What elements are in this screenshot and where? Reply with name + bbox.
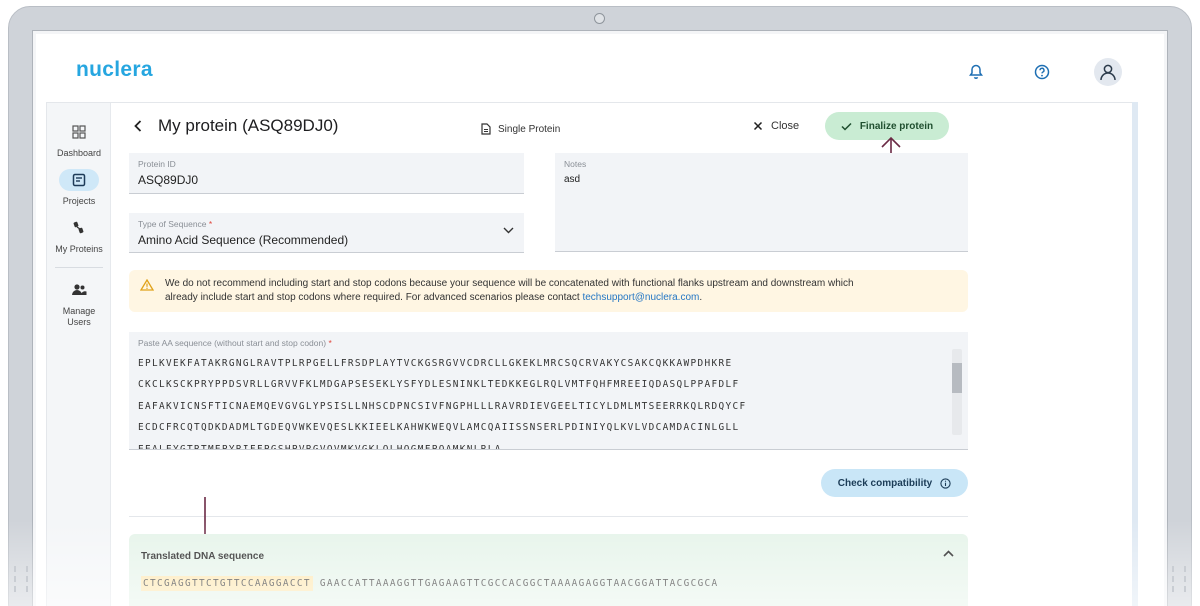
sequence-type-label: Type of Sequence * (138, 219, 213, 229)
document-icon (481, 123, 491, 135)
checkmark-icon (841, 122, 852, 131)
mode-text: Single Protein (498, 123, 561, 135)
notes-value: asd (564, 174, 581, 185)
protein-id-field[interactable]: Protein ID ASQ89DJ0 (129, 153, 524, 194)
sidebar-item-dashboard[interactable]: Dashboard (47, 121, 111, 159)
sidebar: Dashboard Projects My Proteins Manage Us (47, 103, 111, 606)
translated-dna-panel: Translated DNA sequence CTCGAGGTTCTGTTCC… (129, 534, 968, 606)
user-avatar-icon[interactable] (1094, 58, 1122, 86)
app-screen: nuclera Dashboard Projects My Proteins M… (36, 34, 1164, 606)
proteins-icon (59, 217, 99, 239)
chevron-down-icon (503, 227, 514, 234)
notes-field[interactable]: Notes asd (555, 153, 968, 252)
aa-sequence-text: EPLKVEKFATAKRGNGLRAVTPLRPGELLFRSDPLAYTVC… (138, 353, 950, 450)
protein-id-value: ASQ89DJ0 (138, 173, 199, 187)
finalize-label: Finalize protein (859, 120, 934, 132)
scrollbar-thumb[interactable] (952, 363, 962, 393)
check-compatibility-button[interactable]: Check compatibility (821, 469, 968, 497)
aa-sequence-textarea[interactable]: Paste AA sequence (without start and sto… (129, 332, 968, 450)
sidebar-item-label: Projects (62, 196, 96, 206)
sidebar-divider (55, 267, 103, 268)
section-divider (129, 516, 968, 517)
grid-icon (59, 121, 99, 143)
info-icon (940, 477, 951, 489)
sidebar-item-label: Manage Users (62, 306, 96, 327)
camera-icon (594, 13, 605, 24)
aa-sequence-scrollbar[interactable] (952, 349, 962, 435)
single-protein-label: Single Protein (481, 123, 560, 135)
page-scrollbar[interactable] (1132, 102, 1138, 606)
close-icon (753, 121, 763, 131)
check-compatibility-label: Check compatibility (837, 477, 933, 489)
protein-id-label: Protein ID (138, 159, 176, 169)
help-icon[interactable] (1032, 62, 1052, 82)
aa-sequence-line: EPLKVEKFATAKRGNGLRAVTPLRPGELLFRSDPLAYTVC… (138, 358, 733, 369)
aa-sequence-line: ECDCFRCQTQDKDADMLTGDEQVWKEVQESLKKIEELKAH… (138, 422, 740, 434)
sidebar-item-my-proteins[interactable]: My Proteins (47, 217, 111, 255)
sidebar-item-label: Dashboard (56, 148, 102, 158)
dna-sequence-text: CTCGAGGTTCTGTTCCAAGGACCT GAACCATTAAAGGTT… (141, 576, 719, 591)
dna-highlighted-segment: CTCGAGGTTCTGTTCCAAGGACCT (141, 576, 313, 591)
sidebar-item-projects[interactable]: Projects (47, 169, 111, 207)
main-content: Dashboard Projects My Proteins Manage Us (46, 102, 1138, 606)
close-label: Close (771, 120, 800, 132)
app-logo[interactable]: nuclera (76, 58, 153, 82)
dna-panel-title: Translated DNA sequence (141, 551, 265, 562)
dna-sequence-rest: GAACCATTAAAGGTTGAGAAGTTCGCCACGGCTAAAAGAG… (319, 578, 719, 589)
projects-icon (59, 169, 99, 191)
sidebar-item-label: My Proteins (55, 244, 103, 254)
aa-sequence-line: EEALEYGTRTMEPYRIFFPGSHPVRGVQVMKVGKLQLHQG… (138, 443, 502, 450)
aa-sequence-line: EAFAKVICNSFTICNAEMQEVGVGLYPSISLLNHSCDPNC… (138, 400, 747, 412)
close-button[interactable]: Close (753, 120, 799, 132)
aa-sequence-label: Paste AA sequence (without start and sto… (138, 338, 332, 348)
warning-text-line-1: We do not recommend including start and … (165, 278, 854, 289)
aa-sequence-line: CKCLKSCKPRYPPDSVRLLGRVVFKLMDGAPSESEKLYSF… (138, 379, 740, 391)
chevron-up-icon[interactable] (943, 550, 954, 557)
sequence-type-select[interactable]: Type of Sequence * Amino Acid Sequence (… (129, 213, 524, 253)
sequence-type-value: Amino Acid Sequence (Recommended) (138, 233, 349, 247)
codon-warning-banner: We do not recommend including start and … (129, 270, 968, 312)
users-icon (59, 279, 99, 301)
right-hinge-marks (1172, 566, 1186, 592)
techsupport-email-link[interactable]: techsupport@nuclera.com (582, 292, 699, 303)
notification-bell-icon[interactable] (966, 62, 986, 82)
warning-icon (140, 279, 154, 291)
warning-text-line-2: already include start and stop codons wh… (165, 292, 703, 303)
page-title: My protein (ASQ89DJ0) (158, 116, 339, 135)
notes-label: Notes (564, 159, 587, 169)
sidebar-item-manage-users[interactable]: Manage Users (47, 279, 111, 328)
left-hinge-marks (14, 566, 28, 592)
back-chevron-icon[interactable] (131, 119, 145, 133)
